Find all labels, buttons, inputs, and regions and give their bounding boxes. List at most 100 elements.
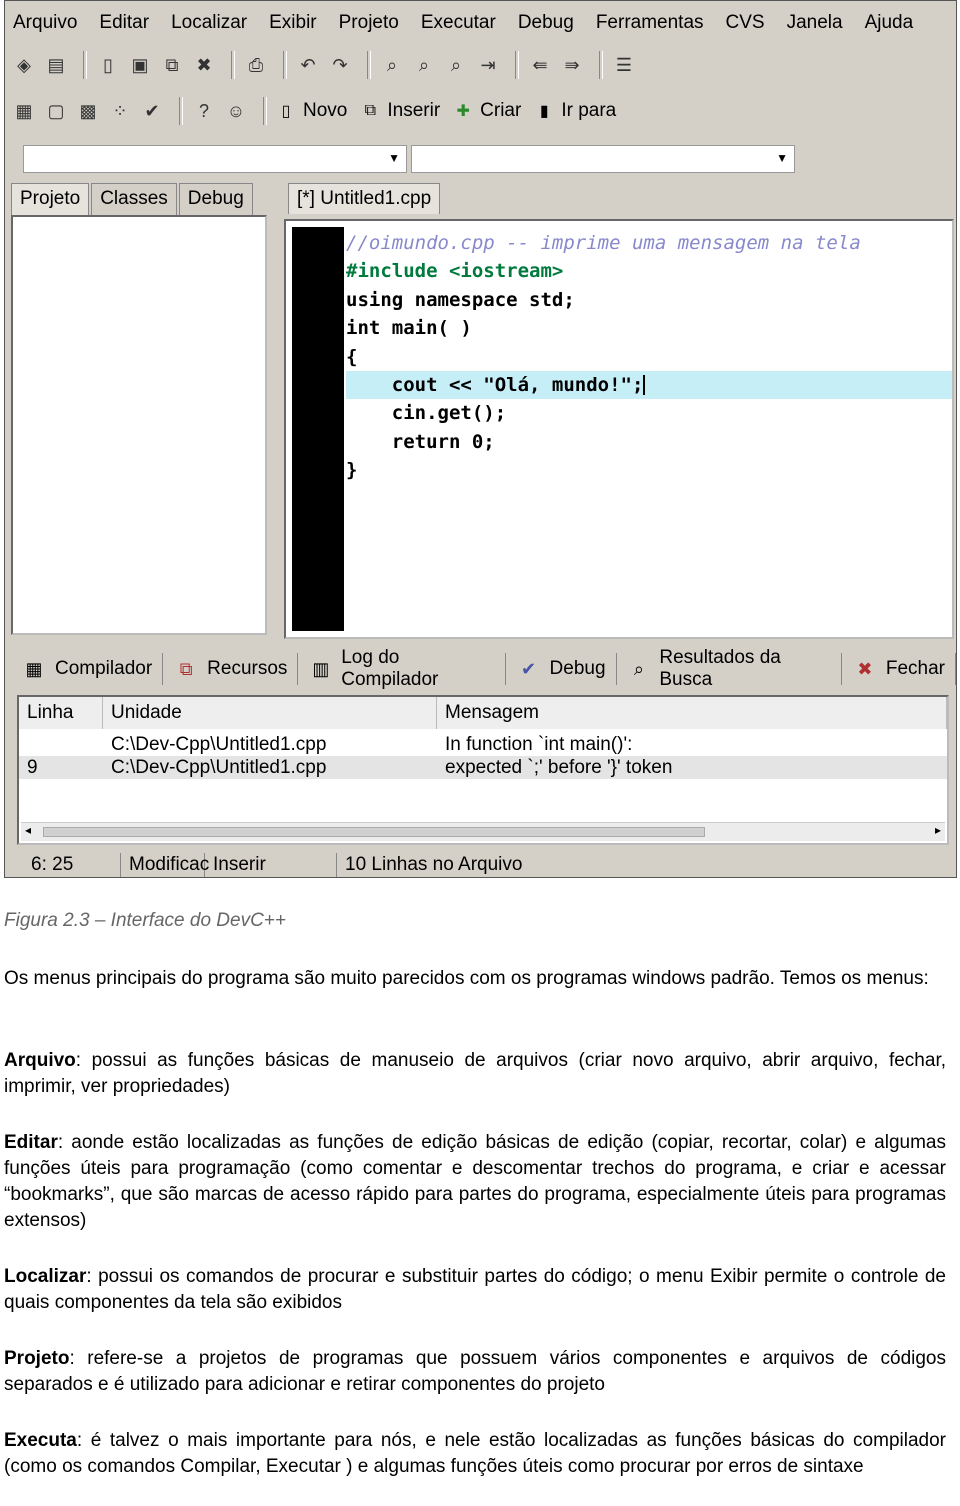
search-icon: ⌕ — [633, 658, 644, 679]
menu-executar[interactable]: Executar — [413, 12, 510, 34]
find-icon[interactable]: ⌕ — [379, 52, 405, 78]
goto-line-icon[interactable]: ⇥ — [475, 52, 501, 78]
rebuild-icon[interactable]: ⁘ — [107, 98, 133, 124]
close-file-icon[interactable]: ✖ — [191, 52, 217, 78]
replace-icon[interactable]: ⌕ — [411, 52, 437, 78]
new-file-icon[interactable]: ▯ — [95, 52, 121, 78]
menu-ferramentas[interactable]: Ferramentas — [588, 12, 718, 34]
horizontal-scrollbar[interactable]: ◂ ▸ — [21, 822, 945, 841]
status-lines: 10 Linhas no Arquivo — [345, 854, 523, 875]
scroll-right-icon[interactable]: ▸ — [935, 823, 941, 837]
redo-icon[interactable]: ↷ — [327, 52, 353, 78]
executa-paragraph: Executa: é talvez o mais importante para… — [4, 1430, 946, 1477]
code-line: using namespace std; — [346, 288, 575, 311]
code-editor[interactable]: //oimundo.cpp -- imprime uma mensagem na… — [284, 219, 954, 639]
menu-janela[interactable]: Janela — [779, 12, 857, 34]
about-icon[interactable]: ☺ — [223, 98, 249, 124]
insert-icon: ⧉ — [364, 102, 377, 119]
table-row[interactable]: 9 C:\Dev-Cpp\Untitled1.cpp expected `;' … — [19, 756, 947, 779]
menu-projeto[interactable]: Projeto — [331, 12, 413, 34]
save-icon[interactable]: ▣ — [127, 52, 153, 78]
editor-gutter — [292, 227, 344, 631]
resources-icon: ⧉ — [179, 658, 193, 679]
projeto-paragraph: Projeto: refere-se a projetos de program… — [4, 1348, 946, 1395]
close-icon: ✖ — [857, 658, 873, 679]
status-position: 6: 25 — [5, 853, 121, 877]
editor-tab[interactable]: [*] Untitled1.cpp — [288, 183, 441, 214]
debug-check-icon[interactable]: ✔ — [139, 98, 165, 124]
status-insert: Inserir — [205, 853, 337, 877]
col-linha[interactable]: Linha — [19, 697, 103, 729]
code-line: cin.get(); — [346, 402, 507, 425]
undo-icon[interactable]: ↶ — [295, 52, 321, 78]
status-modified: Modificac — [121, 853, 209, 877]
help-icon[interactable]: ? — [191, 98, 217, 124]
ir-para-button[interactable]: ▮ Ir para — [533, 100, 616, 122]
add-to-project-icon[interactable]: ⇚ — [527, 52, 553, 78]
check-icon: ✔ — [520, 658, 537, 679]
menu-bar: Arquivo Editar Localizar Exibir Projeto … — [5, 1, 956, 45]
member-combo[interactable]: ▼ — [411, 145, 795, 173]
code-line: { — [346, 345, 358, 368]
tab-recursos[interactable]: ⧉ Recursos — [163, 653, 299, 685]
col-mensagem[interactable]: Mensagem — [437, 697, 947, 729]
menu-cvs[interactable]: CVS — [718, 12, 779, 34]
menu-arquivo[interactable]: Arquivo — [5, 12, 91, 34]
class-combo[interactable]: ▼ — [23, 145, 407, 173]
localizar-paragraph: Localizar: possui os comandos de procura… — [4, 1266, 946, 1313]
run-icon[interactable]: ▢ — [43, 98, 69, 124]
code-line: return 0; — [346, 430, 495, 453]
col-unidade[interactable]: Unidade — [103, 697, 437, 729]
devcpp-window: Arquivo Editar Localizar Exibir Projeto … — [4, 0, 957, 878]
tab-classes[interactable]: Classes — [91, 183, 177, 215]
tab-debug[interactable]: Debug — [178, 183, 253, 215]
editar-paragraph: Editar: aonde estão localizadas as funçõ… — [4, 1132, 946, 1231]
table-row[interactable]: C:\Dev-Cpp\Untitled1.cpp In function `in… — [19, 733, 947, 756]
inserir-button[interactable]: ⧉ Inserir — [359, 100, 441, 122]
bottom-tabs: ▦ Compilador ⧉ Recursos ▥ Log do Compilador… — [11, 647, 956, 690]
code-line: //oimundo.cpp -- imprime uma mensagem na… — [346, 232, 861, 254]
compile-icon[interactable]: ▦ — [11, 98, 37, 124]
code-area[interactable]: //oimundo.cpp -- imprime uma mensagem na… — [346, 229, 952, 485]
print-icon[interactable]: ⎙ — [243, 52, 269, 78]
bookmark-icon: ▮ — [539, 103, 549, 120]
find-next-icon[interactable]: ⌕ — [443, 52, 469, 78]
open-icon[interactable]: ▤ — [43, 52, 69, 78]
chevron-down-icon: ▼ — [388, 151, 400, 165]
chevron-down-icon: ▼ — [776, 151, 788, 165]
compile-run-icon[interactable]: ▩ — [75, 98, 101, 124]
tab-compilador[interactable]: ▦ Compilador — [11, 653, 164, 685]
bar-chart-icon: ▥ — [312, 658, 330, 679]
scroll-left-icon[interactable]: ◂ — [25, 823, 31, 837]
arquivo-paragraph: Arquivo: possui as funções básicas de ma… — [4, 1050, 946, 1097]
code-line-current: cout << "Olá, mundo!"; — [346, 370, 952, 400]
grid-icon: ▦ — [25, 658, 43, 679]
tab-log-compilador[interactable]: ▥ Log do Compilador — [298, 647, 506, 690]
project-new-icon[interactable]: ◈ — [11, 52, 37, 78]
figure-caption: Figura 2.3 – Interface do DevC++ — [4, 910, 286, 931]
tab-resultados-busca[interactable]: ⌕ Resultados da Busca — [617, 647, 842, 690]
code-line: #include <iostream> — [346, 260, 564, 283]
project-options-icon[interactable]: ☰ — [611, 52, 637, 78]
save-all-icon[interactable]: ⧉ — [159, 52, 185, 78]
table-header: Linha Unidade Mensagem — [19, 697, 947, 729]
menu-ajuda[interactable]: Ajuda — [857, 12, 928, 34]
tab-fechar[interactable]: ✖ Fechar — [842, 653, 956, 685]
criar-button[interactable]: ✚ Criar — [452, 100, 521, 122]
main-toolbar: ◈ ▤ ▯ ▣ ⧉ ✖ ⎙ ↶ ↷ ⌕ ⌕ ⌕ ⇥ ⇚ ⇛ ☰ — [11, 47, 643, 83]
novo-button[interactable]: ▯ Novo — [275, 100, 348, 122]
new-page-icon: ▯ — [281, 103, 291, 120]
tab-debug-bottom[interactable]: ✔ Debug — [506, 653, 617, 685]
remove-from-project-icon[interactable]: ⇛ — [559, 52, 585, 78]
code-line: int main( ) — [346, 317, 472, 340]
create-icon: ✚ — [456, 103, 470, 120]
tab-projeto[interactable]: Projeto — [11, 183, 90, 215]
scroll-thumb[interactable] — [43, 827, 705, 837]
menu-debug[interactable]: Debug — [510, 12, 588, 34]
menu-localizar[interactable]: Localizar — [163, 12, 261, 34]
menu-exibir[interactable]: Exibir — [261, 12, 331, 34]
status-bar: 6: 25 Modificac Inserir 10 Linhas no Arq… — [5, 851, 956, 877]
secondary-toolbar: ▦ ▢ ▩ ⁘ ✔ ? ☺ ▯ Novo ⧉ Inserir ✚ Criar ▮ Ir … — [11, 93, 628, 129]
project-panel[interactable] — [11, 215, 267, 635]
menu-editar[interactable]: Editar — [91, 12, 163, 34]
